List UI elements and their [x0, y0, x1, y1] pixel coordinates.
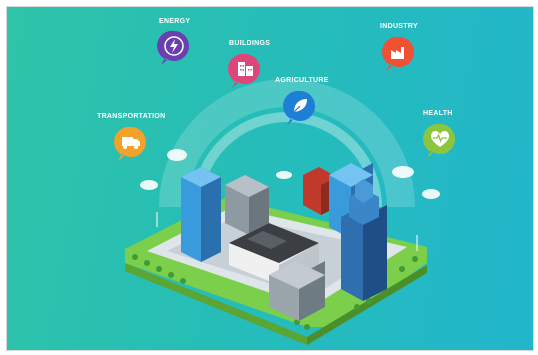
health-pin[interactable]: [423, 122, 457, 160]
grey-building-left: [225, 175, 269, 235]
energy-pin[interactable]: [157, 29, 191, 67]
label-transportation: TRANSPORTATION: [97, 113, 166, 120]
blue-tower-left: [181, 167, 221, 262]
illustration-frame: ENERGY BUILDINGS AGRICULTURE INDUSTRY TR…: [0, 0, 538, 355]
label-energy: ENERGY: [159, 18, 191, 25]
smart-city-panel: ENERGY BUILDINGS AGRICULTURE INDUSTRY TR…: [6, 6, 534, 351]
label-agriculture: AGRICULTURE: [275, 77, 329, 84]
industry-pin[interactable]: [382, 35, 416, 73]
label-buildings: BUILDINGS: [229, 40, 271, 47]
label-health: HEALTH: [423, 110, 453, 117]
label-industry: INDUSTRY: [380, 23, 418, 30]
agriculture-pin[interactable]: [283, 89, 317, 127]
smart-city-scene: [125, 79, 440, 345]
buildings-pin[interactable]: [228, 52, 262, 90]
transportation-pin[interactable]: [114, 125, 148, 163]
